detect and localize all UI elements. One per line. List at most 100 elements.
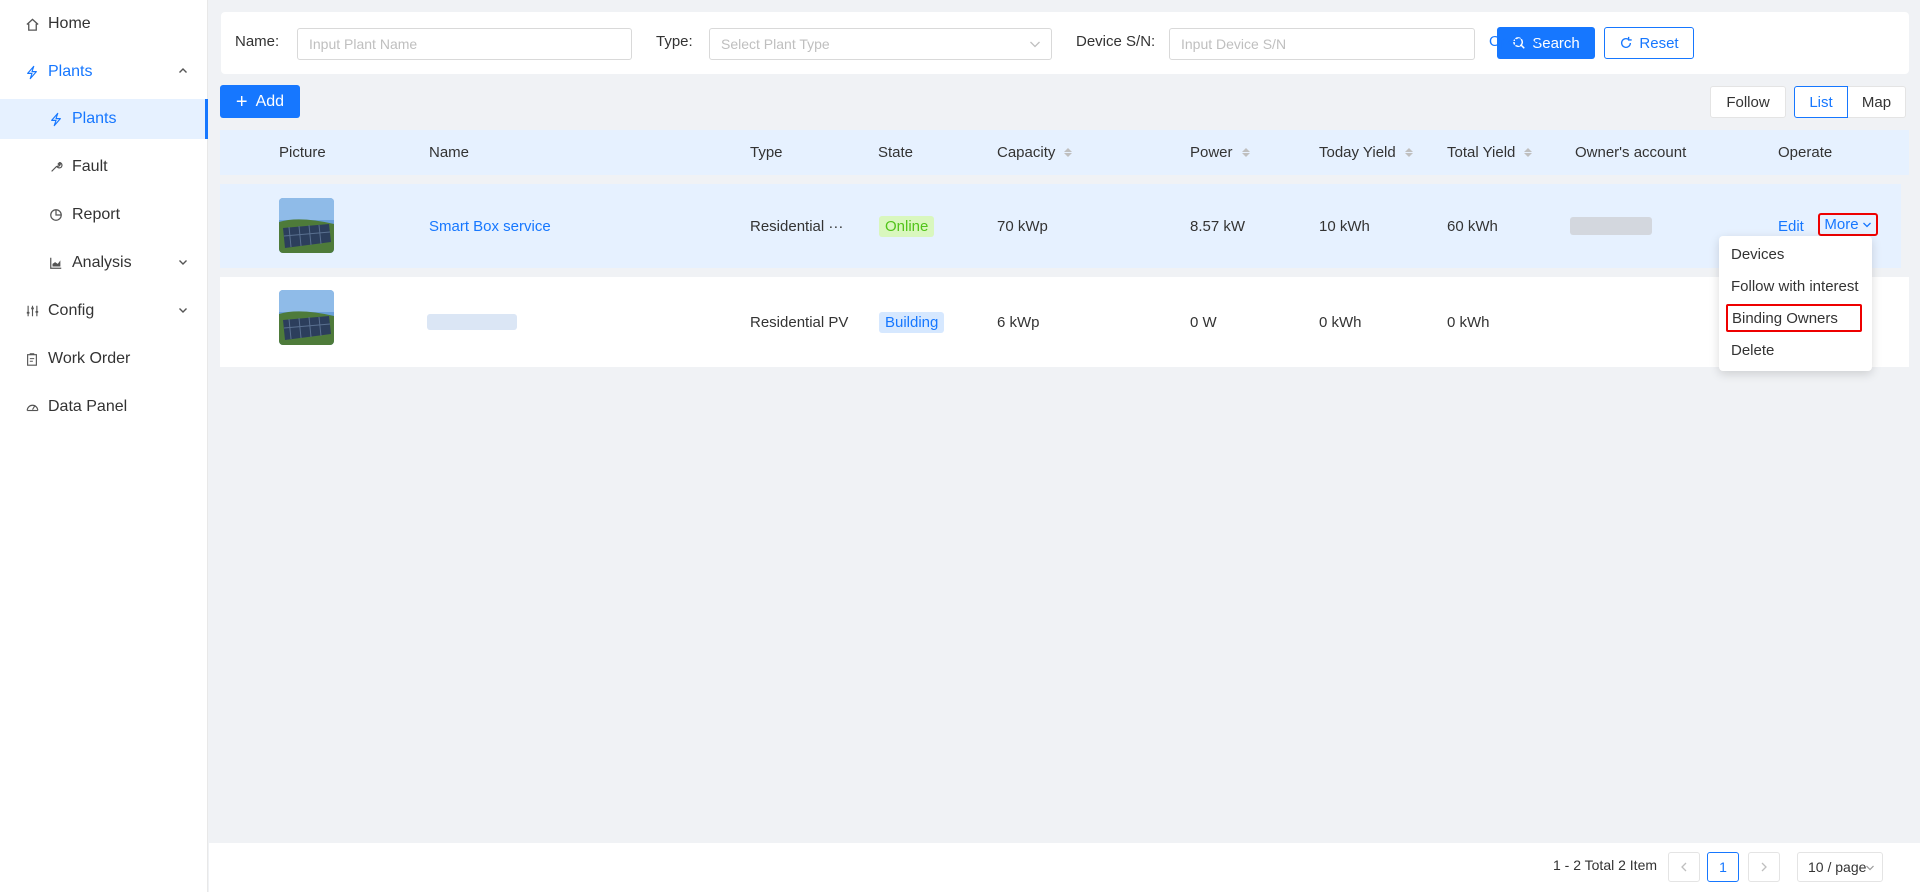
prev-page-button[interactable] (1668, 852, 1700, 882)
reset-button[interactable]: Reset (1604, 27, 1694, 59)
page-size-select[interactable]: 10 / page (1797, 852, 1883, 882)
column-header: Picture (279, 144, 326, 161)
sidebar-item-plants-group[interactable]: Plants (0, 52, 208, 92)
column-header: Operate (1778, 144, 1833, 161)
edit-link[interactable]: Edit (1778, 218, 1804, 235)
owner-account-redacted (1570, 217, 1652, 235)
device-sn-label: Device S/N: (1076, 33, 1156, 50)
map-view-toggle[interactable]: Map (1848, 86, 1906, 118)
plant-type: Residential ··· (750, 217, 844, 235)
menu-item-delete[interactable]: Delete (1731, 338, 1774, 362)
sidebar-item-report[interactable]: Report (0, 195, 208, 235)
open-filters-label: Open (1489, 33, 1526, 50)
column-header-label: Today Yield (1319, 144, 1396, 161)
sort-icon (1064, 148, 1073, 157)
today-yield-column-header[interactable]: Today Yield (1319, 130, 1413, 175)
sidebar-item-label: Analysis (72, 254, 132, 271)
power-value: 8.57 kW (1190, 217, 1246, 235)
sidebar-item-label: Plants (48, 63, 93, 80)
wrench-icon (48, 159, 64, 175)
page-size-label: 10 / page (1808, 859, 1867, 875)
reset-button-label: Reset (1639, 34, 1679, 52)
chevron-down-icon (1862, 221, 1872, 229)
plant-name-link[interactable]: Smart Box service (429, 218, 551, 235)
table-row: Residential PV Building 6 kWp 0 W 0 kWh … (220, 277, 1909, 367)
home-icon (24, 16, 40, 32)
plant-thumbnail (279, 290, 334, 345)
plant-thumbnail (279, 198, 334, 253)
plant-type: Residential PV (750, 313, 849, 331)
next-page-button[interactable] (1748, 852, 1780, 882)
pagination-total: 1 - 2 Total 2 Item (1553, 857, 1658, 873)
column-header: Type (750, 144, 783, 161)
chevron-right-icon (1760, 862, 1768, 872)
chevron-down-icon (1865, 864, 1875, 872)
menu-item-binding-owners[interactable]: Binding Owners (1726, 304, 1862, 332)
chevron-up-icon (178, 66, 188, 76)
today-yield-value: 0 kWh (1319, 313, 1362, 331)
add-button-label: Add (255, 92, 285, 110)
sidebar-item-label: Work Order (48, 350, 131, 367)
sliders-icon (24, 303, 40, 319)
column-header-label: Power (1190, 144, 1233, 161)
sidebar: Home Plants Plants Fault Report Analysis (0, 0, 208, 892)
plant-type-select[interactable]: Select Plant Type (709, 28, 1052, 60)
total-yield-column-header[interactable]: Total Yield (1447, 130, 1533, 175)
more-label: More (1824, 216, 1859, 233)
sidebar-item-work-order[interactable]: Work Order (0, 339, 208, 379)
chevron-down-icon (178, 257, 188, 267)
plant-name-redacted (427, 314, 517, 330)
sidebar-item-label: Config (48, 302, 95, 319)
chevron-down-icon (1530, 37, 1543, 47)
plant-type-placeholder: Select Plant Type (721, 36, 830, 52)
sidebar-item-data-panel[interactable]: Data Panel (0, 387, 208, 427)
sort-icon (1241, 148, 1250, 157)
today-yield-value: 10 kWh (1319, 217, 1370, 235)
device-sn-input[interactable] (1169, 28, 1475, 60)
menu-item-follow[interactable]: Follow with interest (1731, 274, 1859, 298)
list-view-toggle[interactable]: List (1794, 86, 1848, 118)
sidebar-item-label: Plants (72, 110, 117, 127)
footer-bar (209, 843, 1920, 892)
column-header-label: Total Yield (1447, 144, 1516, 161)
bolt-icon (48, 111, 64, 127)
plant-name-input[interactable] (297, 28, 632, 60)
sidebar-item-analysis[interactable]: Analysis (0, 243, 208, 283)
pie-icon (48, 207, 64, 223)
chevron-down-icon (178, 305, 188, 315)
chevron-left-icon (1680, 862, 1688, 872)
sidebar-item-home[interactable]: Home (0, 4, 208, 44)
capacity-value: 6 kWp (997, 313, 1040, 331)
sidebar-item-config[interactable]: Config (0, 291, 208, 331)
capacity-column-header[interactable]: Capacity (997, 130, 1073, 175)
power-column-header[interactable]: Power (1190, 130, 1250, 175)
column-header-label: Capacity (997, 144, 1056, 161)
follow-toggle[interactable]: Follow (1710, 86, 1786, 118)
bolt-icon (24, 64, 40, 80)
power-value: 0 W (1190, 313, 1217, 331)
capacity-value: 70 kWp (997, 217, 1048, 235)
table-header: Picture Name Type State Capacity Power T… (220, 130, 1909, 175)
status-badge: Online (879, 215, 935, 237)
name-filter-label: Name: (235, 33, 280, 50)
sidebar-item-plants[interactable]: Plants (0, 99, 208, 139)
table-row: Smart Box service Residential ··· Online… (220, 184, 1901, 268)
refresh-icon (1619, 36, 1633, 50)
total-yield-value: 0 kWh (1447, 313, 1490, 331)
status-badge: Building (879, 311, 945, 333)
column-header: Name (429, 144, 470, 161)
sort-icon (1524, 148, 1533, 157)
clipboard-icon (24, 351, 40, 367)
menu-item-devices[interactable]: Devices (1731, 242, 1784, 266)
more-dropdown-trigger[interactable]: More (1818, 213, 1878, 236)
column-header: State (878, 144, 914, 161)
sidebar-item-fault[interactable]: Fault (0, 147, 208, 187)
add-plant-button[interactable]: + Add (220, 85, 300, 118)
column-header: Owner's account (1575, 144, 1687, 161)
page-button[interactable]: 1 (1707, 852, 1739, 882)
area-chart-icon (48, 255, 64, 271)
gauge-icon (24, 399, 40, 415)
sidebar-item-label: Fault (72, 158, 108, 175)
open-filters-link[interactable]: Open (1489, 33, 1543, 50)
more-dropdown-menu: Devices Follow with interest Binding Own… (1719, 236, 1872, 371)
